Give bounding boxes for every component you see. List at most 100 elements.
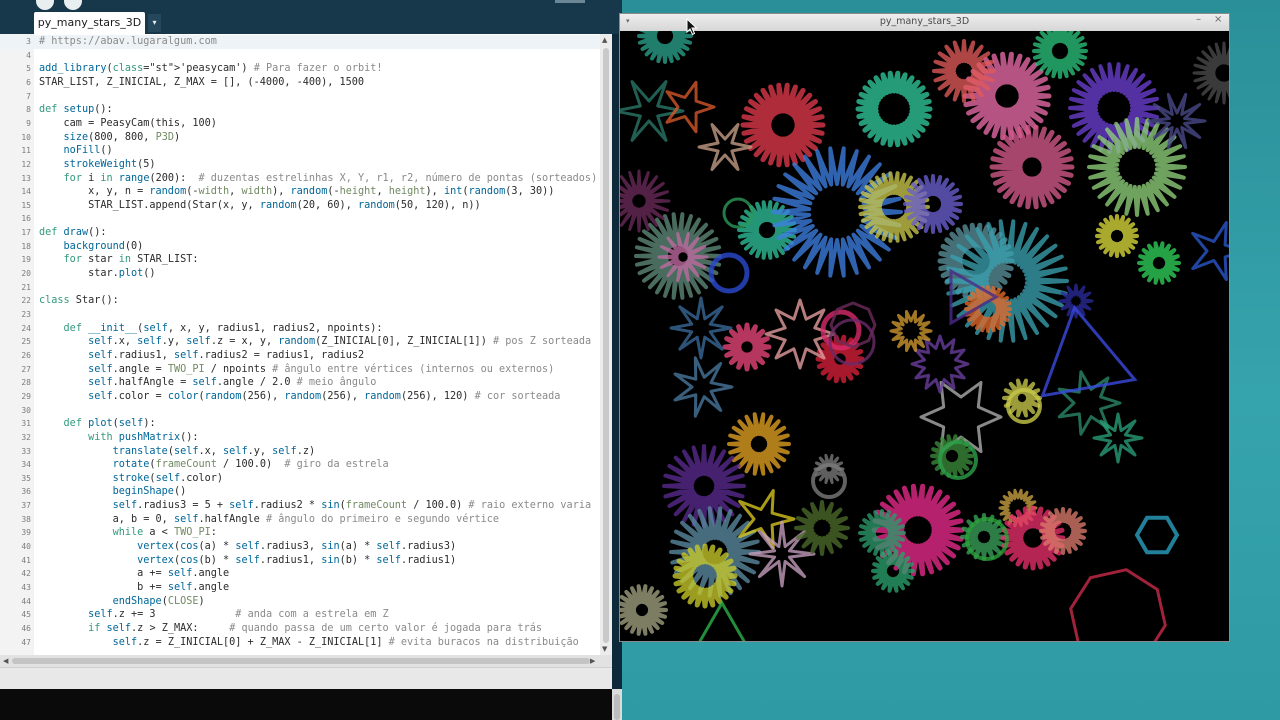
tab-py-many-stars-3d[interactable]: py_many_stars_3D [34,12,145,34]
close-icon[interactable]: × [1214,14,1222,25]
code-line[interactable]: for i in range(200): # duzentas estrelin… [39,173,598,184]
scroll-up-icon[interactable]: ▲ [602,36,607,44]
code-line[interactable]: STAR_LIST, Z_INICIAL, Z_MAX = [], (-4000… [39,77,364,88]
code-line[interactable]: vertex(cos(a) * self.radius3, sin(a) * s… [39,541,456,552]
line-number: 40 [21,542,31,552]
code-line[interactable]: def draw(): [39,227,107,238]
code-line[interactable]: # https://abav.lugaralgum.com [39,36,217,47]
line-number: 39 [21,528,31,538]
line-number: 15 [21,200,31,210]
tab-menu-icon[interactable]: ▾ [148,14,161,32]
code-line[interactable]: cam = PeasyCam(this, 100) [39,118,217,129]
line-number: 6 [26,77,31,87]
sketch-window-title: py_many_stars_3D [879,16,970,27]
line-number: 21 [21,282,31,292]
mouse-cursor-icon [686,18,698,36]
line-number: 16 [21,214,31,224]
console-scroll-thumb[interactable] [614,694,620,720]
processing-ide-window: py_many_stars_3D ▾ 3 4 5 6 7 8 9 10 11 12 13 14 15 16… [0,0,622,720]
line-number: 10 [21,132,31,142]
code-editor[interactable]: 3 4 5 6 7 8 9 10 11 12 13 14 15 16 17 18 19 20 21 22 23 24 25 2… [0,34,612,655]
code-line[interactable]: vertex(cos(b) * self.radius1, sin(b) * s… [39,555,456,566]
line-number: 30 [21,405,31,415]
line-number: 12 [21,159,31,169]
line-number: 45 [21,610,31,620]
line-number: 35 [21,473,31,483]
code-line[interactable]: STAR_LIST.append(Star(x, y, random(20, 6… [39,200,481,211]
code-line[interactable]: with pushMatrix(): [39,432,198,443]
console-area [0,689,612,720]
code-line[interactable]: self.radius3 = 5 + self.radius2 * sin(fr… [39,500,591,511]
scroll-down-icon[interactable]: ▼ [602,645,607,653]
editor-horizontal-scroll-thumb[interactable] [12,658,590,664]
scroll-left-icon[interactable]: ◀ [3,657,8,665]
code-line[interactable]: background(0) [39,241,144,252]
code-line[interactable]: translate(self.x, self.y, self.z) [39,446,315,457]
ide-toolbar: py_many_stars_3D ▾ [0,0,622,34]
line-number: 19 [21,255,31,265]
code-line[interactable]: stroke(self.color) [39,473,223,484]
code-line[interactable]: x, y, n = random(-width, width), random(… [39,186,554,197]
line-number: 26 [21,350,31,360]
line-number: 7 [26,91,31,101]
code-line[interactable]: for star in STAR_LIST: [39,254,199,265]
code-line[interactable]: class Star(): [39,295,119,306]
code-line[interactable]: rotate(frameCount / 100.0) # giro da est… [39,459,389,470]
line-number: 46 [21,623,31,633]
code-line[interactable]: size(800, 800, P3D) [39,132,181,143]
code-line[interactable]: strokeWeight(5) [39,159,156,170]
line-number: 9 [26,118,31,128]
mode-indicator [555,0,585,3]
editor-vertical-scroll-thumb[interactable] [603,48,609,643]
line-number: 31 [21,419,31,429]
code-line[interactable]: endShape(CLOSE) [39,596,205,607]
line-number: 33 [21,446,31,456]
line-number: 37 [21,501,31,511]
code-line[interactable]: b += self.angle [39,582,229,593]
code-line[interactable]: def setup(): [39,104,113,115]
status-bar [0,667,612,690]
code-line[interactable]: def plot(self): [39,418,156,429]
code-line[interactable]: while a < TWO_PI: [39,527,217,538]
line-number: 42 [21,569,31,579]
sketch-canvas[interactable] [620,31,1229,641]
code-line[interactable]: self.radius1, self.radius2 = radius1, ra… [39,350,364,361]
code-line[interactable]: self.z = Z_INICIAL[0] + Z_MAX - Z_INICIA… [39,637,579,648]
code-line[interactable]: add_library(class="st">'peasycam') # Par… [39,63,383,74]
code-line[interactable]: a, b = 0, self.halfAngle # ângulo do pri… [39,514,499,525]
sketch-titlebar[interactable]: ▾ py_many_stars_3D – × [620,14,1229,32]
line-number: 4 [26,50,31,60]
code-line[interactable]: noFill() [39,145,113,156]
line-number: 13 [21,173,31,183]
line-number: 47 [21,637,31,647]
line-number: 20 [21,269,31,279]
code-line[interactable]: beginShape() [39,486,187,497]
code-line[interactable]: self.color = color(random(256), random(2… [39,391,560,402]
code-line[interactable]: self.z += 3 # anda com a estrela em Z [39,609,389,620]
code-line[interactable]: a += self.angle [39,568,229,579]
code-line[interactable]: self.x, self.y, self.z = x, y, random(Z_… [39,336,591,347]
code-line[interactable]: self.halfAngle = self.angle / 2.0 # meio… [39,377,376,388]
line-number: 3 [26,37,31,46]
line-number: 14 [21,187,31,197]
line-number: 5 [26,64,31,74]
code-line[interactable]: star.plot() [39,268,156,279]
run-button[interactable] [36,0,54,10]
line-number: 8 [26,105,31,115]
line-number: 28 [21,378,31,388]
line-number: 11 [21,146,31,156]
line-number: 25 [21,337,31,347]
line-number: 43 [21,583,31,592]
line-number: 44 [21,596,31,606]
scroll-right-icon[interactable]: ▶ [590,657,595,665]
line-number: 17 [21,228,31,238]
code-line[interactable]: def __init__(self, x, y, radius1, radius… [39,323,383,334]
sketch-window: ▾ py_many_stars_3D – × [620,14,1229,641]
line-number: 27 [21,364,31,374]
code-line[interactable]: self.angle = TWO_PI / npoints # ângulo e… [39,364,554,375]
code-line[interactable]: if self.z > Z_MAX: # quando passa de um … [39,623,542,634]
line-number: 36 [21,487,31,497]
minimize-icon[interactable]: – [1196,14,1201,25]
stop-button[interactable] [64,0,82,10]
line-number: 32 [21,432,31,442]
